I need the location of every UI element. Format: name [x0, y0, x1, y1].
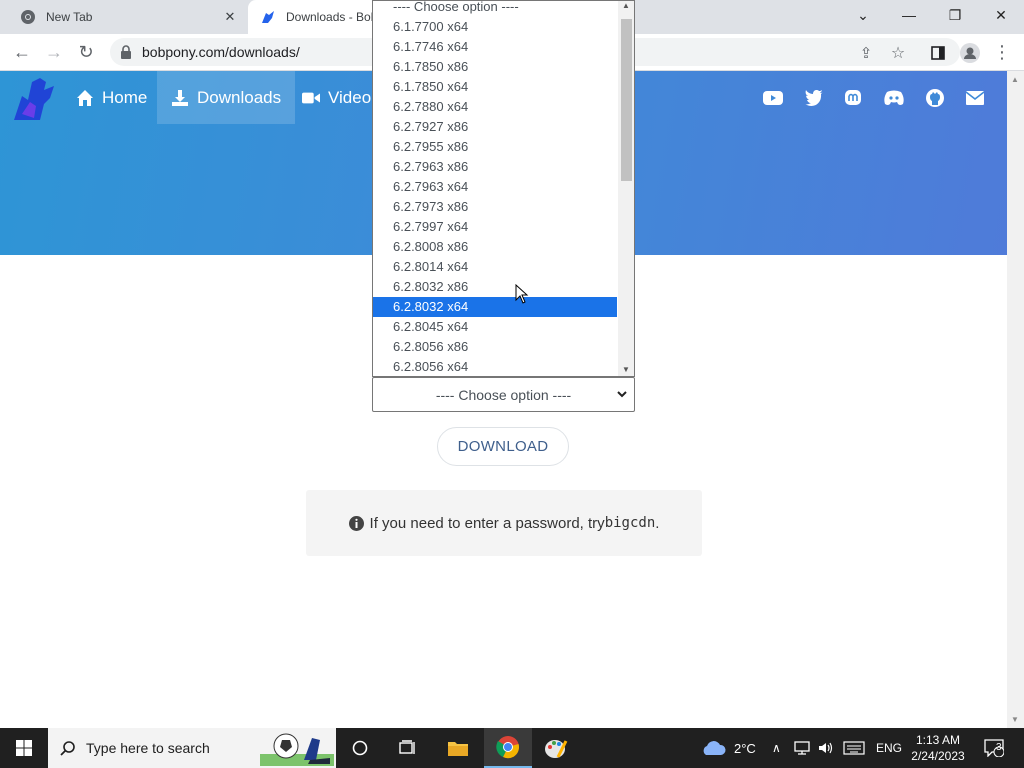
reload-button[interactable]: ↻ [70, 34, 102, 71]
dropdown-option[interactable]: 6.2.7880 x64 [373, 97, 617, 117]
task-view-icon[interactable] [384, 728, 432, 768]
paint-app-icon[interactable] [532, 728, 580, 768]
scroll-down-arrow-icon[interactable]: ▼ [622, 365, 630, 374]
keyboard-icon[interactable] [843, 728, 865, 768]
version-select[interactable]: ---- Choose option ---- [372, 377, 635, 412]
dropdown-option[interactable]: 6.2.7963 x64 [373, 177, 617, 197]
menu-kebab-icon[interactable]: ⋮ [986, 34, 1018, 71]
notification-count-badge: 3 [996, 742, 1002, 753]
version-select-value: ---- Choose option ---- [435, 386, 572, 403]
version-dropdown-list[interactable]: ---- Choose option ---- 6.1.7700 x64 6.1.7… [372, 0, 635, 377]
chrome-taskbar-icon[interactable] [484, 728, 532, 768]
dropdown-option[interactable]: 6.2.7963 x86 [373, 157, 617, 177]
cloud-icon [703, 741, 726, 755]
tab-new-tab[interactable]: New Tab ✕ [8, 0, 246, 34]
side-panel-icon[interactable] [922, 34, 954, 71]
dropdown-option[interactable]: 6.2.8008 x86 [373, 237, 617, 257]
hint-password-code: bigcdn [604, 515, 656, 531]
nav-downloads[interactable]: Downloads [157, 71, 296, 124]
dropdown-option[interactable]: 6.2.7955 x86 [373, 137, 617, 157]
password-hint-box: If you need to enter a password, try big… [306, 490, 702, 556]
hint-text: If you need to enter a password, try [369, 514, 605, 532]
tab-search-icon[interactable]: ⌄ [840, 0, 886, 30]
taskbar-search-placeholder: Type here to search [86, 740, 210, 756]
page-scrollbar[interactable]: ▲ ▼ [1007, 71, 1024, 728]
nav-home-label: Home [102, 87, 148, 107]
taskbar-search-box[interactable]: Type here to search [48, 728, 336, 768]
weather-widget[interactable]: 2°C [700, 728, 756, 768]
dropdown-option[interactable]: 6.2.8032 x64 [373, 297, 617, 317]
cortana-circle-icon[interactable] [336, 728, 384, 768]
tray-overflow-chevron-icon[interactable]: ∧ [772, 728, 781, 768]
dropdown-option[interactable]: 6.1.7850 x86 [373, 57, 617, 77]
youtube-icon[interactable] [763, 88, 783, 108]
twitter-icon[interactable] [804, 88, 824, 108]
dropdown-scroll-thumb[interactable] [621, 19, 632, 181]
mastodon-icon[interactable] [843, 88, 863, 108]
restore-button[interactable]: ❐ [932, 0, 978, 30]
file-explorer-icon[interactable] [434, 728, 482, 768]
dropdown-option[interactable]: 6.1.7850 x64 [373, 77, 617, 97]
url-text: bobpony.com/downloads/ [142, 44, 300, 60]
tab-label: Downloads - Bob [286, 10, 378, 24]
bobpony-favicon-icon [260, 9, 276, 25]
profile-avatar-icon[interactable] [954, 34, 986, 71]
info-circle-icon [348, 515, 364, 531]
nav-downloads-label: Downloads [197, 87, 282, 107]
nav-home[interactable]: Home [62, 71, 161, 124]
dropdown-option[interactable]: 6.1.7700 x64 [373, 17, 617, 37]
dropdown-option[interactable]: 6.2.8056 x64 [373, 357, 617, 376]
mouse-pointer-icon [515, 284, 529, 304]
download-button[interactable]: DOWNLOAD [437, 427, 569, 466]
notification-center-icon[interactable]: 3 [982, 728, 1006, 768]
tab-downloads[interactable]: Downloads - Bob [248, 0, 378, 34]
bookmark-star-icon[interactable]: ☆ [882, 34, 914, 71]
system-clock[interactable]: 1:13 AM 2/24/2023 [908, 728, 968, 768]
download-icon [171, 89, 189, 107]
lock-icon [121, 45, 131, 59]
close-window-button[interactable]: ✕ [978, 0, 1024, 30]
windows-start-icon[interactable] [0, 728, 48, 768]
discord-icon[interactable] [883, 88, 905, 108]
nav-video-label: Video [328, 87, 372, 107]
minimize-button[interactable]: — [886, 0, 932, 30]
video-camera-icon [302, 89, 320, 107]
tab-close-icon[interactable]: ✕ [222, 9, 238, 25]
email-envelope-icon[interactable] [965, 88, 985, 108]
search-icon [60, 741, 75, 756]
scroll-up-arrow-icon[interactable]: ▲ [622, 1, 630, 10]
dropdown-option[interactable]: 6.2.8056 x86 [373, 337, 617, 357]
dropdown-option[interactable]: 6.2.7973 x86 [373, 197, 617, 217]
weather-temperature: 2°C [734, 740, 756, 756]
scroll-down-arrow-icon[interactable]: ▼ [1011, 715, 1019, 724]
search-highlight-soccer-icon [260, 733, 334, 766]
dropdown-option[interactable]: 6.2.7997 x64 [373, 217, 617, 237]
clock-date: 2/24/2023 [911, 749, 965, 763]
github-icon[interactable] [925, 88, 945, 108]
dropdown-option[interactable]: 6.1.7746 x64 [373, 37, 617, 57]
chevron-down-icon [617, 391, 627, 398]
back-button[interactable]: ← [6, 34, 38, 71]
bobpony-logo[interactable] [10, 74, 60, 122]
volume-speaker-icon[interactable] [818, 728, 834, 768]
network-icon[interactable] [794, 728, 810, 768]
dropdown-option[interactable]: 6.2.7927 x86 [373, 117, 617, 137]
tab-label: New Tab [46, 10, 93, 24]
dropdown-option-placeholder[interactable]: ---- Choose option ---- [373, 1, 617, 17]
dropdown-option[interactable]: 6.2.8045 x64 [373, 317, 617, 337]
clock-time: 1:13 AM [915, 733, 961, 747]
windows-taskbar: Type here to search 2°C ∧ ENG 1:13 AM 2/… [0, 728, 1024, 768]
share-icon[interactable]: ⇪ [850, 34, 882, 71]
input-language-indicator[interactable]: ENG [876, 728, 902, 768]
chrome-icon [20, 9, 36, 25]
nav-video[interactable]: Video [288, 71, 385, 124]
hint-end: . [655, 514, 660, 532]
home-icon [76, 89, 94, 107]
dropdown-option[interactable]: 6.2.8014 x64 [373, 257, 617, 277]
dropdown-option[interactable]: 6.2.8032 x86 [373, 277, 617, 297]
forward-button[interactable]: → [38, 34, 70, 71]
scroll-up-arrow-icon[interactable]: ▲ [1011, 75, 1019, 84]
